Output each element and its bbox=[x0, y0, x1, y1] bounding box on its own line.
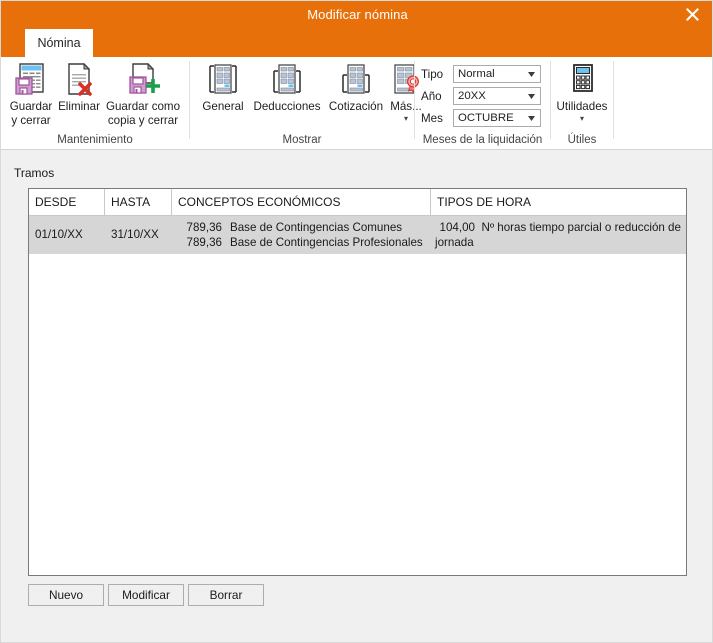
button-caret-mas[interactable]: ▾ bbox=[404, 115, 408, 123]
field-mes: Mes OCTUBRE bbox=[421, 109, 541, 127]
borrar-button[interactable]: Borrar bbox=[188, 584, 264, 606]
concepto-description: Base de Contingencias Profesionales bbox=[230, 236, 423, 249]
ribbon-tabstrip: Nómina bbox=[1, 28, 712, 57]
form-general-icon bbox=[203, 59, 243, 97]
button-label: Guardar y cerrar bbox=[9, 100, 53, 127]
ribbon-group-meses-liquidacion: Tipo Normal Año 20XX Mes OCTUBRE Meses d… bbox=[415, 57, 550, 149]
nuevo-button[interactable]: Nuevo bbox=[28, 584, 104, 606]
save-copy-icon bbox=[123, 59, 163, 97]
group-label-meses-liquidacion: Meses de la liquidación bbox=[422, 134, 543, 146]
button-label: Eliminar bbox=[58, 100, 100, 113]
grid-header-row: DESDE HASTA CONCEPTOS ECONÓMICOS TIPOS D… bbox=[29, 189, 686, 216]
cell-desde: 01/10/XX bbox=[35, 228, 83, 241]
button-utilidades[interactable]: Utilidades ▾ bbox=[553, 59, 611, 123]
field-label-ano: Año bbox=[421, 89, 442, 103]
tramos-grid: DESDE HASTA CONCEPTOS ECONÓMICOS TIPOS D… bbox=[28, 188, 687, 576]
button-label: Guardar como copia y cerrar bbox=[105, 100, 181, 127]
button-caret-utilidades[interactable]: ▾ bbox=[580, 115, 584, 123]
combo-value-mes: OCTUBRE bbox=[458, 112, 514, 124]
action-button-row: Nuevo Modificar Borrar bbox=[28, 584, 264, 606]
column-header-hasta[interactable]: HASTA bbox=[105, 189, 171, 215]
save-close-icon bbox=[13, 59, 49, 97]
modificar-button[interactable]: Modificar bbox=[108, 584, 184, 606]
calculator-icon bbox=[566, 59, 598, 97]
window-title: Modificar nómina bbox=[307, 7, 408, 22]
modificar-nomina-window: Modificar nómina Nómina Guardar y cerrar… bbox=[0, 0, 713, 643]
concepto-amount: 789,36 bbox=[186, 236, 222, 249]
content-area: Tramos DESDE HASTA CONCEPTOS ECONÓMICOS … bbox=[1, 150, 712, 642]
combo-tipo[interactable]: Normal bbox=[453, 65, 541, 83]
button-label: Utilidades bbox=[556, 100, 608, 113]
chevron-down-icon bbox=[523, 88, 540, 104]
section-label-tramos: Tramos bbox=[14, 166, 55, 180]
group-label-mostrar: Mostrar bbox=[282, 134, 322, 146]
form-contribution-icon bbox=[336, 59, 376, 97]
tipo-hora-line: 104,00 Nº horas tiempo parcial o reducci… bbox=[435, 220, 684, 250]
button-guardar-y-cerrar[interactable]: Guardar y cerrar bbox=[5, 59, 57, 128]
ribbon-group-mostrar: General Deducciones Cotización Más... ▾ … bbox=[190, 57, 422, 149]
ribbon-group-mantenimiento: Guardar y cerrar Eliminar Guardar como c… bbox=[1, 57, 189, 149]
button-guardar-como-copia-y-cerrar[interactable]: Guardar como copia y cerrar bbox=[101, 59, 185, 128]
group-label-mantenimiento: Mantenimiento bbox=[57, 134, 133, 146]
combo-value-ano: 20XX bbox=[458, 90, 486, 102]
button-label: Deducciones bbox=[253, 100, 321, 113]
ribbon-group-utiles: Utilidades ▾ Útiles bbox=[551, 57, 613, 149]
combo-ano[interactable]: 20XX bbox=[453, 87, 541, 105]
concepto-line: 789,36 Base de Contingencias Profesional… bbox=[176, 235, 430, 250]
button-general[interactable]: General bbox=[196, 59, 250, 114]
column-header-desde[interactable]: DESDE bbox=[29, 189, 104, 215]
field-label-tipo: Tipo bbox=[421, 67, 444, 81]
table-row[interactable]: 01/10/XX 31/10/XX 789,36 Base de Conting… bbox=[29, 216, 686, 254]
button-label: General bbox=[202, 100, 244, 113]
ribbon: Guardar y cerrar Eliminar Guardar como c… bbox=[1, 57, 712, 150]
title-bar: Modificar nómina bbox=[1, 1, 712, 28]
chevron-down-icon bbox=[523, 66, 540, 82]
field-label-mes: Mes bbox=[421, 111, 443, 125]
column-header-conceptos[interactable]: CONCEPTOS ECONÓMICOS bbox=[172, 189, 430, 215]
group-label-utiles: Útiles bbox=[567, 134, 597, 146]
button-cotizacion[interactable]: Cotización bbox=[324, 59, 388, 114]
cell-hasta: 31/10/XX bbox=[111, 228, 159, 241]
concepto-description: Base de Contingencias Comunes bbox=[230, 221, 403, 234]
tab-nomina[interactable]: Nómina bbox=[25, 29, 93, 57]
cell-conceptos: 789,36 Base de Contingencias Comunes 789… bbox=[172, 216, 430, 250]
combo-value-tipo: Normal bbox=[458, 68, 495, 80]
field-tipo: Tipo Normal bbox=[421, 65, 541, 83]
combo-mes[interactable]: OCTUBRE bbox=[453, 109, 541, 127]
ribbon-separator-4 bbox=[613, 61, 614, 139]
close-button[interactable] bbox=[670, 1, 712, 28]
form-deductions-icon bbox=[267, 59, 307, 97]
button-eliminar[interactable]: Eliminar bbox=[57, 59, 101, 114]
concepto-line: 789,36 Base de Contingencias Comunes bbox=[176, 220, 430, 235]
close-icon bbox=[685, 8, 699, 21]
chevron-down-icon bbox=[523, 110, 540, 126]
button-label: Cotización bbox=[328, 100, 384, 113]
button-deducciones[interactable]: Deducciones bbox=[250, 59, 324, 114]
delete-document-icon bbox=[62, 59, 96, 97]
field-ano: Año 20XX bbox=[421, 87, 541, 105]
cell-tipos-hora: 104,00 Nº horas tiempo parcial o reducci… bbox=[431, 216, 684, 250]
tipo-hora-amount: 104,00 bbox=[439, 221, 475, 234]
column-header-tipos-hora[interactable]: TIPOS DE HORA bbox=[431, 189, 686, 215]
concepto-amount: 789,36 bbox=[186, 221, 222, 234]
